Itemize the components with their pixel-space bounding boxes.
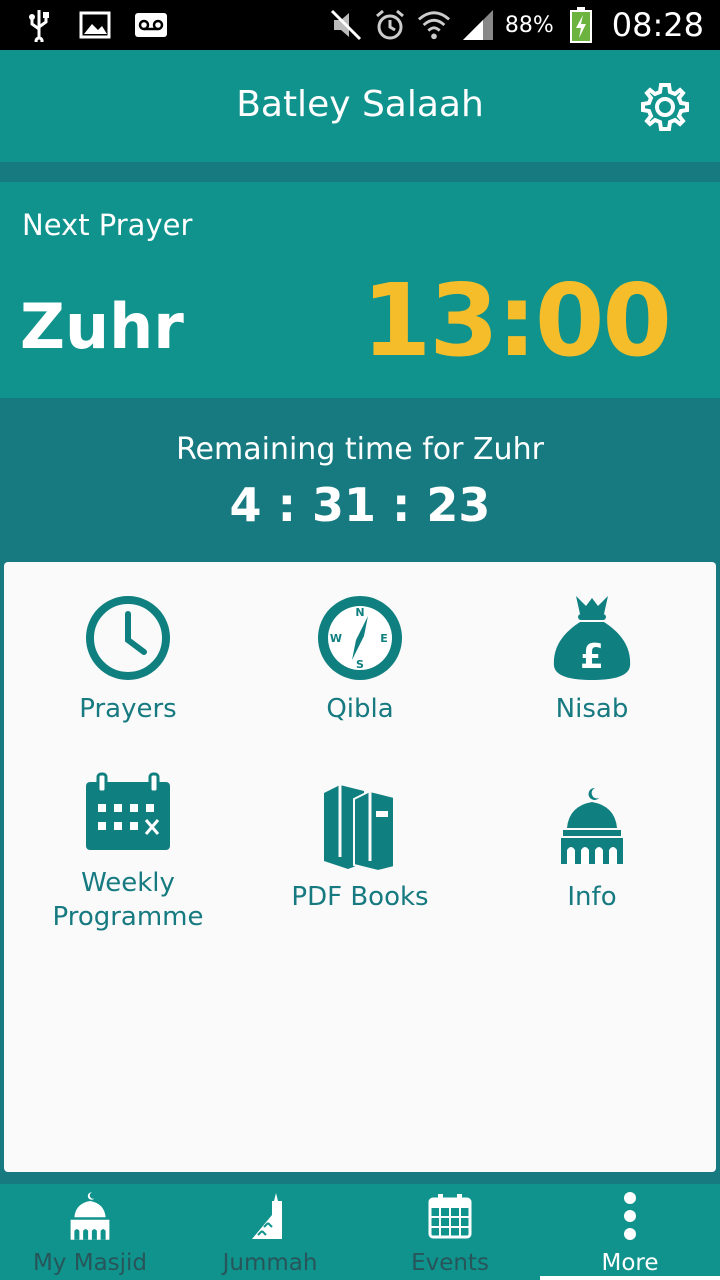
tile-label: Qibla (326, 694, 394, 724)
next-prayer-name: Zuhr (20, 290, 184, 363)
mosque-icon (64, 1190, 116, 1242)
books-icon (310, 776, 410, 876)
tile-info[interactable]: Info (476, 776, 708, 914)
next-prayer-card: Next Prayer Zuhr 13:00 (0, 182, 720, 398)
nav-label: More (601, 1250, 659, 1276)
nav-label: Jummah (222, 1250, 318, 1276)
battery-percent: 88% (504, 12, 554, 38)
nav-more[interactable]: More (540, 1184, 720, 1280)
svg-text:E: E (380, 632, 388, 645)
next-prayer-label: Next Prayer (22, 208, 193, 242)
nav-label: Events (411, 1250, 489, 1276)
separator-band (0, 162, 720, 182)
alarm-icon (373, 8, 407, 42)
remaining-time-section: Remaining time for Zuhr 4 : 31 : 23 (0, 398, 720, 562)
tile-pdf-books[interactable]: PDF Books (244, 776, 476, 914)
nav-events[interactable]: Events (360, 1184, 540, 1280)
tile-label: Nisab (555, 694, 629, 724)
usb-icon (22, 8, 56, 42)
tile-label: PDF Books (291, 882, 429, 912)
voicemail-icon (134, 8, 168, 42)
calendar-icon (424, 1190, 476, 1242)
svg-text:£: £ (580, 637, 604, 677)
status-clock: 08:28 (611, 6, 704, 44)
minbar-icon (244, 1190, 296, 1242)
tile-prayers[interactable]: Prayers (12, 588, 244, 726)
signal-icon (461, 8, 495, 42)
compass-icon: N S W E (310, 588, 410, 688)
next-prayer-time: 13:00 (361, 262, 672, 379)
battery-charging-icon (564, 7, 598, 43)
clock-icon (78, 588, 178, 688)
mute-icon (329, 8, 363, 42)
gear-icon[interactable] (640, 82, 690, 132)
image-icon (78, 8, 112, 42)
tile-label: Weekly Programme (52, 868, 204, 932)
nav-label: My Masjid (32, 1250, 148, 1276)
status-bar: 88% 08:28 (0, 0, 720, 50)
tile-label: Prayers (79, 694, 177, 724)
remaining-time-countdown: 4 : 31 : 23 (229, 478, 491, 532)
tile-nisab[interactable]: £ Nisab (476, 588, 708, 726)
bottom-nav: My Masjid Jummah Events More (0, 1184, 720, 1280)
menu-grid: Prayers N S W E Qibla £ Nisab Weekly Pro… (4, 562, 716, 1172)
tile-weekly-programme[interactable]: Weekly Programme (12, 762, 244, 934)
more-vertical-icon (604, 1190, 656, 1242)
remaining-time-label: Remaining time for Zuhr (176, 432, 544, 467)
tile-qibla[interactable]: N S W E Qibla (244, 588, 476, 726)
app-bar: Batley Salaah (0, 50, 720, 162)
money-bag-icon: £ (542, 588, 642, 688)
app-title: Batley Salaah (236, 84, 484, 125)
mosque-icon (542, 776, 642, 876)
nav-my-masjid[interactable]: My Masjid (0, 1184, 180, 1280)
svg-text:S: S (356, 658, 364, 671)
svg-text:N: N (355, 606, 364, 619)
wifi-icon (417, 8, 451, 42)
nav-jummah[interactable]: Jummah (180, 1184, 360, 1280)
calendar-icon (78, 762, 178, 862)
tile-label: Info (567, 882, 617, 912)
svg-text:W: W (330, 632, 342, 645)
